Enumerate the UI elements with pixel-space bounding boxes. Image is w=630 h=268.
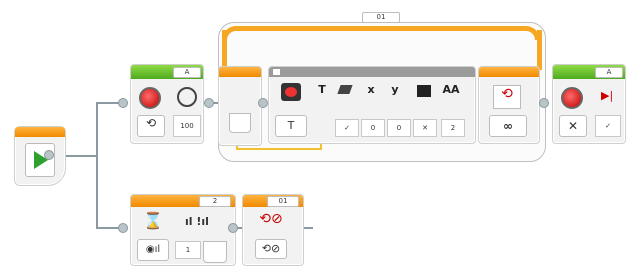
color-icon [417,85,431,97]
display-header [269,67,475,77]
loop-top-bar [222,26,540,40]
eraser-icon [337,85,353,94]
loop-interrupt-block[interactable]: 01 ⟲⊘ ⟲⊘ [242,194,304,266]
display-font-label: AA [442,83,460,96]
display-block[interactable]: T x y AA T ✓ 0 0 ✕ 2 [268,66,476,144]
motor-stop-brake-value[interactable]: ✓ [595,115,621,137]
display-y-value[interactable]: 0 [387,119,411,137]
wait-mode-selector[interactable]: ◉ıl [137,239,169,261]
wire-interrupt-out [303,227,313,229]
wire-vertical [96,102,98,228]
display-icon [273,69,280,75]
start-block[interactable] [14,126,66,186]
sound-level-icon: ıl !ıl [185,215,209,228]
wire-start-trunk [66,155,96,157]
loop-mode-selector[interactable]: ∞ [489,115,527,137]
loop-entry[interactable] [218,66,262,146]
wait-value[interactable]: 1 [175,241,201,259]
display-mode-selector[interactable]: T [275,115,307,137]
motor-speed-value[interactable]: 100 [173,115,201,137]
loop-exit-header [479,67,539,77]
display-screen-icon [281,83,301,101]
loop-entry-header [219,67,261,77]
loop-right-arm [537,30,542,70]
display-x-label: x [367,83,375,96]
display-clear-value[interactable]: ✓ [335,119,359,137]
motor-stop-mode-selector[interactable]: ✕ [559,115,587,137]
loop-exit[interactable]: ⟲ ∞ [478,66,540,144]
wire-to-motor [96,102,120,104]
motor-icon [139,87,161,109]
wait-compare-tab [203,241,227,263]
display-color-value[interactable]: ✕ [413,119,437,137]
stop-icon: ▶| [601,89,614,102]
display-text-icon: T [318,83,326,96]
motor-stop-port-label[interactable]: A [595,67,623,78]
motor-port-label[interactable]: A [173,67,201,78]
loop-name-label[interactable]: 01 [362,12,400,23]
display-font-value[interactable]: 2 [441,119,465,137]
start-output-connector[interactable] [44,150,54,160]
start-block-header [15,127,65,137]
hourglass-icon: ⌛ [143,211,163,230]
loop-exit-icon: ⟲ [493,85,521,109]
motor-stop-icon [561,87,583,109]
large-motor-block[interactable]: A ⟲ 100 [130,64,204,144]
wait-port-label[interactable]: 2 [199,196,231,207]
wire-to-wait [96,227,120,229]
display-x-value[interactable]: 0 [361,119,385,137]
wait-sound-block[interactable]: 2 ⌛ ıl !ıl ◉ıl 1 [130,194,236,266]
interrupt-mode-selector[interactable]: ⟲⊘ [255,239,287,259]
interrupt-label[interactable]: 01 [267,196,299,207]
loop-interrupt-icon: ⟲⊘ [259,211,283,227]
display-y-label: y [391,83,399,96]
display-input-connector[interactable] [258,98,268,108]
motor-input-connector[interactable] [118,98,128,108]
wait-input-connector[interactable] [118,223,128,233]
motor-mode-selector[interactable]: ⟲ [137,115,165,137]
wait-output-connector[interactable] [228,223,238,233]
loop-entry-tab [229,113,251,133]
play-icon[interactable] [25,143,55,177]
speed-gauge-icon [177,87,197,107]
motor-output-connector[interactable] [204,98,214,108]
motor-stop-block[interactable]: A ▶| ✕ ✓ [552,64,626,144]
loop-exit-output-connector[interactable] [539,98,549,108]
loop-left-arm [222,30,227,70]
